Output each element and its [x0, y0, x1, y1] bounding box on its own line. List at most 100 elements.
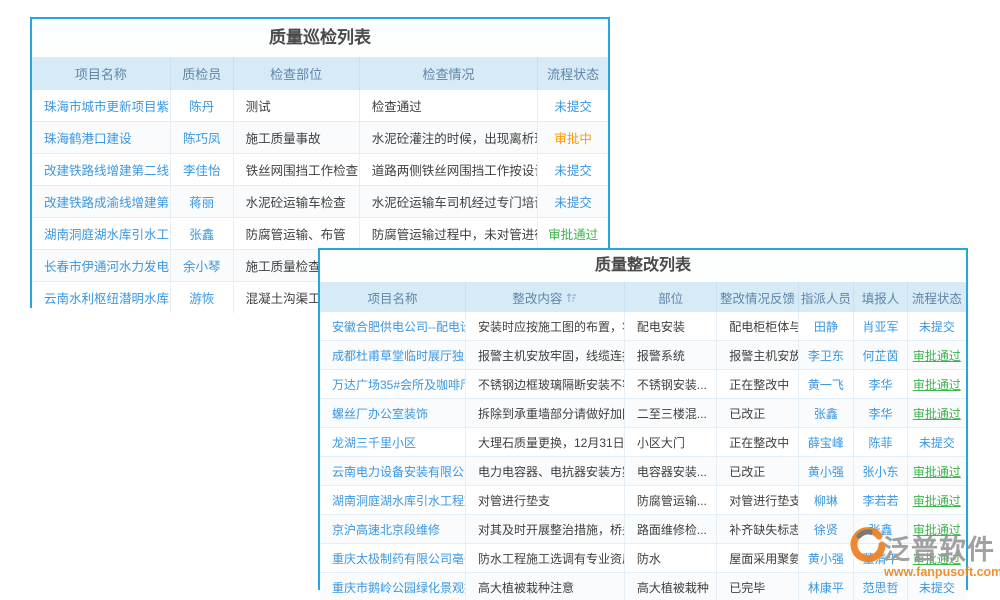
cell-status[interactable]: 未提交: [908, 428, 966, 456]
cell-project[interactable]: 螺丝厂办公室装饰: [320, 399, 466, 427]
column-header-label: 指派人员: [801, 288, 851, 307]
cell-inspector[interactable]: 陈巧凤: [171, 122, 234, 153]
column-header-status: 流程状态: [908, 282, 966, 312]
column-header-reporter: 填报人: [854, 282, 908, 312]
cell-assignee[interactable]: 薛宝峰: [799, 428, 855, 456]
cell-assignee[interactable]: 林康平: [799, 573, 855, 600]
cell-situation: 道路两侧铁丝网围挡工作按设计...: [360, 154, 539, 185]
cell-status[interactable]: 审批通过: [538, 218, 608, 249]
column-header-part: 检查部位: [234, 57, 360, 90]
cell-feedback: 补齐缺失标志...: [717, 515, 798, 543]
table-row: 湖南洞庭湖水库引水工...张鑫防腐管运输、布管防腐管运输过程中，未对管进行...…: [32, 218, 608, 250]
cell-project[interactable]: 京沪高速北京段维修: [320, 515, 466, 543]
cell-project[interactable]: 重庆市鹅岭公园绿化景观提升...: [320, 573, 466, 600]
cell-reporter[interactable]: 陈菲: [854, 428, 908, 456]
watermark: 泛普软件 www.fanpusoft.com: [850, 527, 1000, 579]
cell-inspector[interactable]: 余小琴: [171, 250, 234, 281]
cell-project[interactable]: 改建铁路成渝线增建第...: [32, 186, 171, 217]
sort-icon[interactable]: [566, 292, 577, 303]
cell-situation: 防腐管运输过程中，未对管进行...: [360, 218, 539, 249]
cell-reporter[interactable]: 肖亚军: [854, 312, 908, 340]
cell-situation: 检查通过: [360, 90, 539, 121]
cell-reporter[interactable]: 李华: [854, 399, 908, 427]
cell-assignee[interactable]: 柳琳: [799, 486, 855, 514]
cell-reporter[interactable]: 李若若: [854, 486, 908, 514]
column-header-label: 检查部位: [270, 64, 322, 83]
cell-project[interactable]: 湖南洞庭湖水库引水工...: [32, 218, 171, 249]
cell-content: 拆除到承重墙部分请做好加固...: [466, 399, 625, 427]
cell-part: 防腐管运输、布管: [234, 218, 360, 249]
cell-project[interactable]: 重庆太极制药有限公司亳州中...: [320, 544, 466, 572]
cell-assignee[interactable]: 黄一飞: [799, 370, 855, 398]
cell-status[interactable]: 审批通过: [908, 486, 966, 514]
cell-content: 对管进行垫支: [466, 486, 625, 514]
cell-project[interactable]: 长春市伊通河水力发电...: [32, 250, 171, 281]
cell-part: 防水: [625, 544, 717, 572]
cell-status[interactable]: 审批中: [538, 122, 608, 153]
cell-inspector[interactable]: 张鑫: [171, 218, 234, 249]
table-row: 云南电力设备安装有限公司20...电力电容器、电抗器安装方案,...电容器安装.…: [320, 457, 966, 486]
cell-status[interactable]: 未提交: [538, 154, 608, 185]
cell-status[interactable]: 审批通过: [908, 341, 966, 369]
cell-part: 水泥砼运输车检查: [234, 186, 360, 217]
rectification-table-header: 项目名称整改内容部位整改情况反馈指派人员填报人流程状态: [320, 282, 966, 312]
cell-project[interactable]: 成都杜甫草堂临时展厅独立展...: [320, 341, 466, 369]
cell-assignee[interactable]: 李卫东: [799, 341, 855, 369]
watermark-brand: 泛普软件: [883, 528, 995, 567]
column-header-content: 整改内容: [466, 282, 625, 312]
column-header-label: 整改内容: [512, 288, 562, 307]
cell-status[interactable]: 未提交: [538, 186, 608, 217]
cell-assignee[interactable]: 徐贤: [799, 515, 855, 543]
cell-project[interactable]: 云南电力设备安装有限公司20...: [320, 457, 466, 485]
cell-inspector[interactable]: 蒋丽: [171, 186, 234, 217]
column-header-label: 质检员: [182, 64, 221, 83]
cell-feedback: 对管进行垫支: [717, 486, 798, 514]
table-row: 改建铁路成渝线增建第...蒋丽水泥砼运输车检查水泥砼运输车司机经过专门培训...…: [32, 186, 608, 218]
cell-project[interactable]: 改建铁路线增建第二线...: [32, 154, 171, 185]
cell-feedback: 报警主机安放...: [717, 341, 798, 369]
cell-part: 报警系统: [625, 341, 717, 369]
cell-feedback: 已改正: [717, 457, 798, 485]
cell-reporter[interactable]: 何芷茵: [854, 341, 908, 369]
table-row: 湖南洞庭湖水库引水工程施工标对管进行垫支防腐管运输...对管进行垫支柳琳李若若审…: [320, 486, 966, 515]
cell-content: 电力电容器、电抗器安装方案,...: [466, 457, 625, 485]
column-header-project: 项目名称: [32, 57, 171, 90]
cell-project[interactable]: 云南水利枢纽潜明水库...: [32, 282, 171, 313]
cell-project[interactable]: 珠海鹤港口建设: [32, 122, 171, 153]
cell-reporter[interactable]: 李华: [854, 370, 908, 398]
column-header-label: 流程状态: [912, 288, 962, 307]
cell-project[interactable]: 龙湖三千里小区: [320, 428, 466, 456]
cell-content: 防水工程施工选调有专业资质...: [466, 544, 625, 572]
cell-feedback: 配电柜柜体与...: [717, 312, 798, 340]
cell-reporter[interactable]: 张小东: [854, 457, 908, 485]
column-header-label: 检查情况: [423, 64, 475, 83]
cell-inspector[interactable]: 陈丹: [171, 90, 234, 121]
cell-project[interactable]: 安徽合肥供电公司--配电设备...: [320, 312, 466, 340]
cell-project[interactable]: 珠海市城市更新项目紫...: [32, 90, 171, 121]
cell-part: 测试: [234, 90, 360, 121]
cell-assignee[interactable]: 黄小强: [799, 544, 855, 572]
cell-situation: 水泥砼灌注的时候，出现离析现象: [360, 122, 539, 153]
cell-project[interactable]: 万达广场35#会所及咖啡厅空...: [320, 370, 466, 398]
cell-inspector[interactable]: 游恢: [171, 282, 234, 313]
cell-status[interactable]: 审批通过: [908, 370, 966, 398]
cell-status[interactable]: 未提交: [538, 90, 608, 121]
cell-part: 防腐管运输...: [625, 486, 717, 514]
column-header-label: 填报人: [862, 288, 900, 307]
cell-status[interactable]: 审批通过: [908, 399, 966, 427]
cell-part: 铁丝网围挡工作检查: [234, 154, 360, 185]
cell-assignee[interactable]: 田静: [799, 312, 855, 340]
cell-assignee[interactable]: 张鑫: [799, 399, 855, 427]
fanpu-logo-icon: [850, 527, 886, 568]
cell-content: 高大植被栽种注意: [466, 573, 625, 600]
column-header-label: 部位: [658, 288, 683, 307]
column-header-label: 流程状态: [547, 64, 599, 83]
column-header-part: 部位: [625, 282, 717, 312]
cell-inspector[interactable]: 李佳怡: [171, 154, 234, 185]
cell-assignee[interactable]: 黄小强: [799, 457, 855, 485]
cell-status[interactable]: 审批通过: [908, 457, 966, 485]
watermark-url: www.fanpusoft.com: [884, 565, 1000, 579]
column-header-status: 流程状态: [538, 57, 608, 90]
cell-status[interactable]: 未提交: [908, 312, 966, 340]
cell-project[interactable]: 湖南洞庭湖水库引水工程施工标: [320, 486, 466, 514]
